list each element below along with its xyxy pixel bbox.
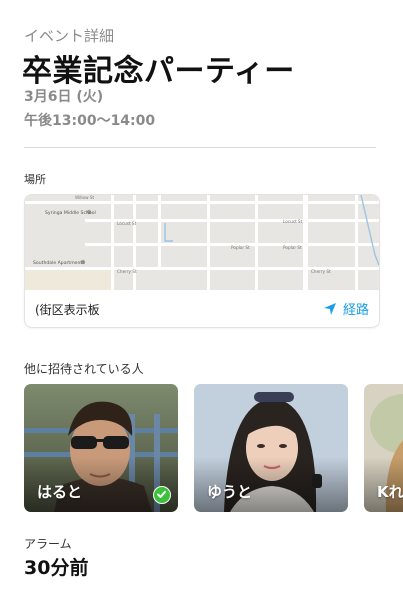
map-label-poplar-2: Poplar St bbox=[283, 245, 302, 250]
invitee-name: ゆうと bbox=[207, 483, 253, 501]
directions-button[interactable]: 経路 bbox=[323, 299, 369, 318]
map-label-willow: Willow St bbox=[75, 195, 95, 200]
invitee-name: はると bbox=[37, 483, 83, 501]
event-title: 卒業記念パーティー bbox=[22, 54, 295, 89]
invitee-name: Kれ bbox=[377, 483, 403, 501]
map-view[interactable]: Syringa Middle School Southdale Apartmen… bbox=[25, 195, 379, 290]
map-label-cherry-2: Cherry St bbox=[311, 269, 331, 274]
map-label-locust-1: Locust St bbox=[117, 221, 137, 226]
alarm-label: アラーム bbox=[24, 537, 72, 551]
directions-label: 経路 bbox=[342, 303, 369, 318]
divider bbox=[24, 147, 376, 148]
event-date: 3月6日 (火) bbox=[24, 89, 104, 105]
navigation-arrow-icon bbox=[323, 302, 337, 316]
map-label-school: Syringa Middle School bbox=[45, 210, 96, 216]
invitee-card[interactable]: ゆうと bbox=[194, 384, 348, 512]
map-footer: (街区表示板 経路 bbox=[25, 290, 379, 327]
section-label: イベント詳細 bbox=[24, 27, 115, 45]
event-detail-screen: イベント詳細 卒業記念パーティー 3月6日 (火) 午後13:00〜14:00 … bbox=[0, 0, 403, 600]
invitee-card[interactable]: はると bbox=[24, 384, 178, 512]
event-time: 午後13:00〜14:00 bbox=[24, 113, 156, 129]
map-label-cherry-1: Cherry St bbox=[117, 269, 137, 274]
map-label-poplar-1: Poplar St bbox=[231, 245, 250, 250]
address-text: (街区表示板 bbox=[35, 303, 100, 317]
alarm-value[interactable]: 30分前 bbox=[24, 553, 88, 580]
location-card[interactable]: Syringa Middle School Southdale Apartmen… bbox=[24, 194, 380, 328]
location-label: 場所 bbox=[24, 173, 46, 186]
map-label-apartments: Southdale Apartments bbox=[33, 260, 85, 266]
accepted-check-icon bbox=[153, 486, 171, 504]
invited-label: 他に招待されている人 bbox=[24, 362, 144, 376]
invitee-card[interactable]: Kれ bbox=[364, 384, 403, 512]
map-label-locust-2: Locust St bbox=[283, 219, 303, 224]
